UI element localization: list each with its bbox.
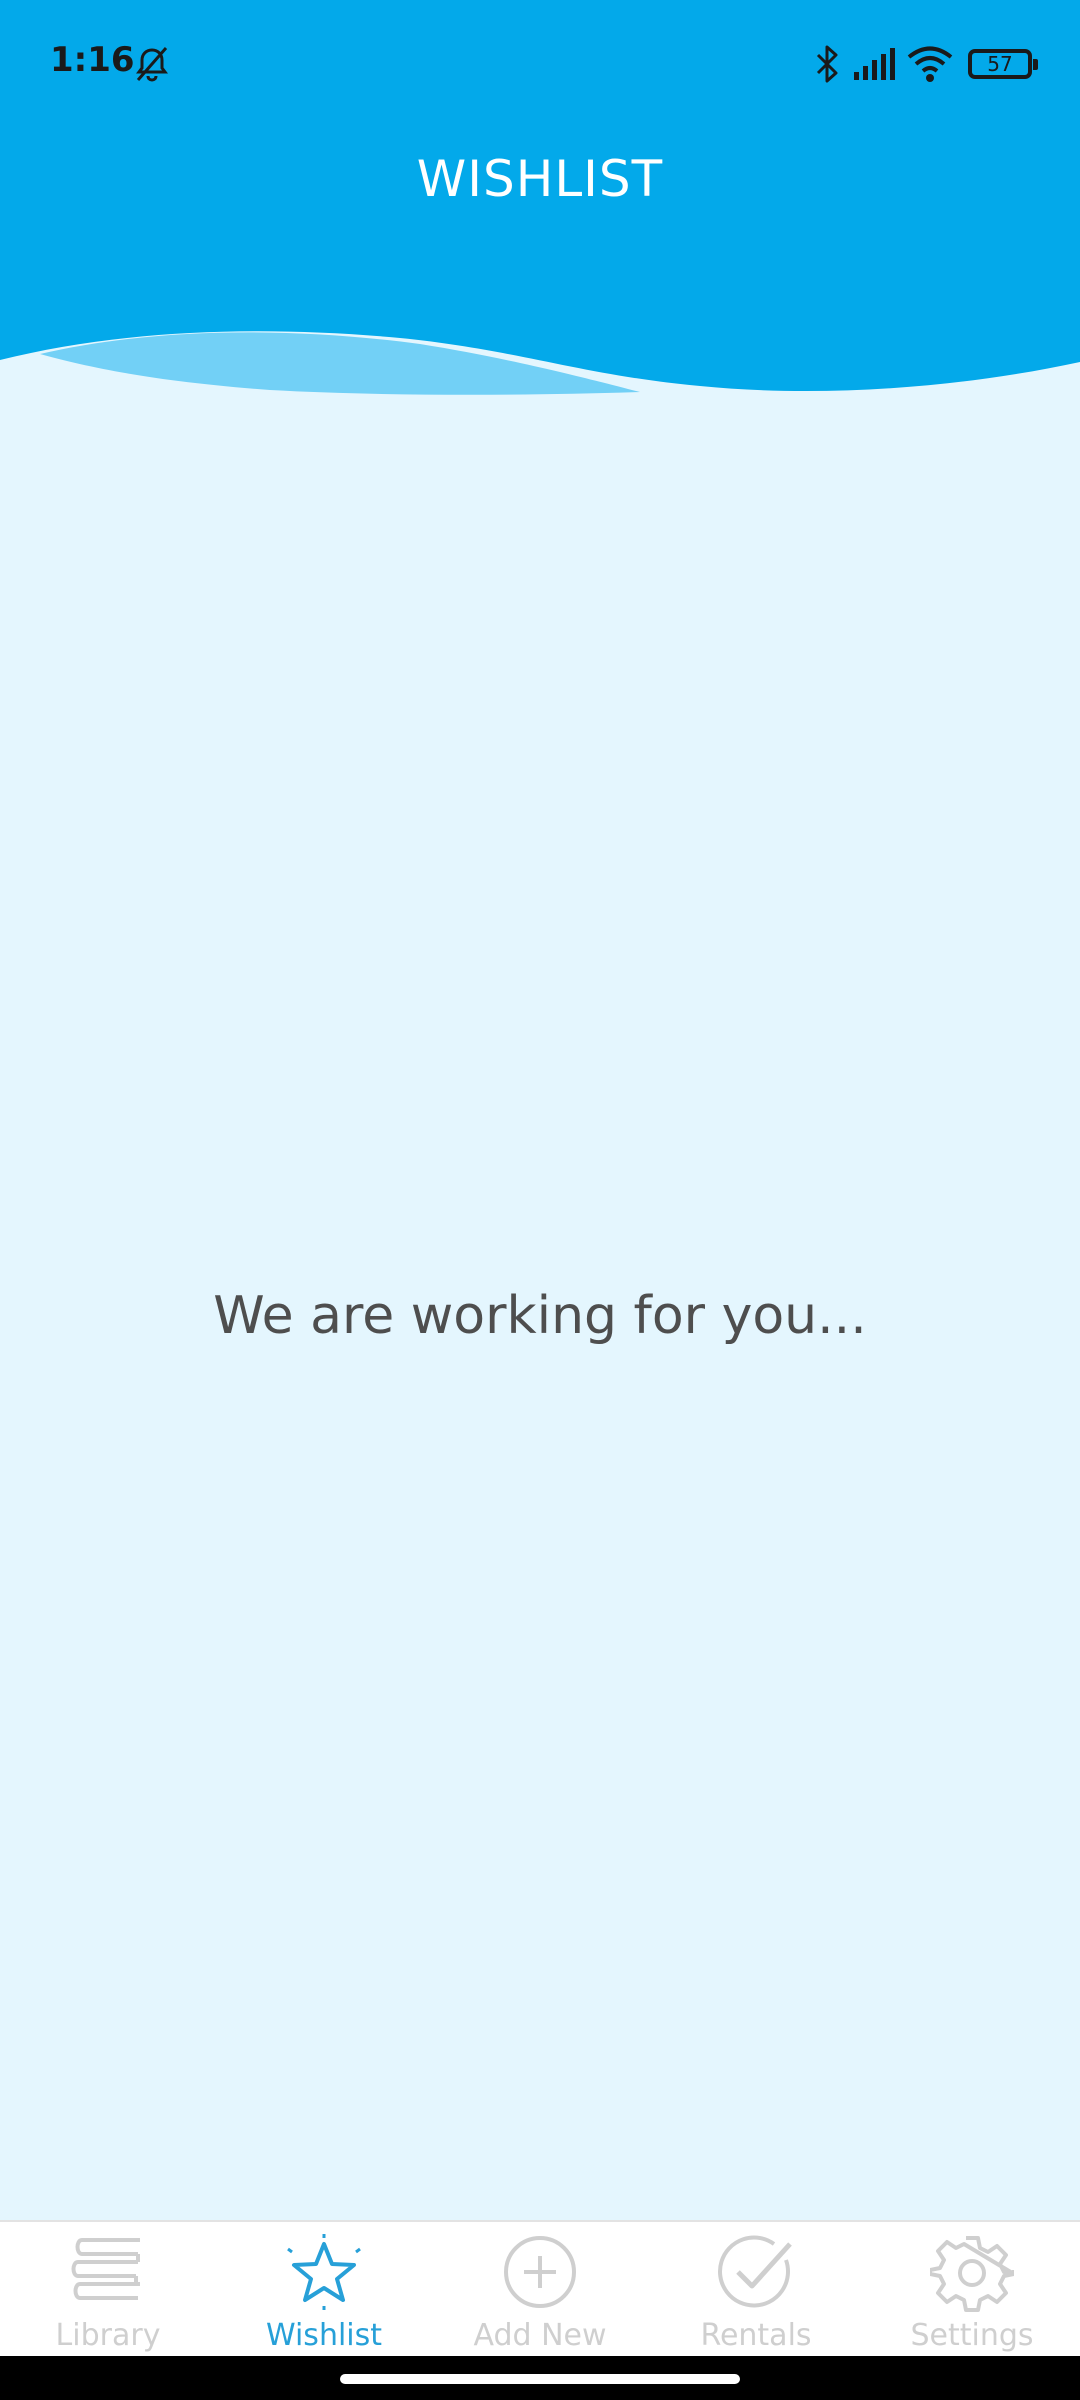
nav-settings[interactable]: Settings — [864, 2222, 1080, 2356]
nav-add-new[interactable]: Add New — [432, 2222, 648, 2356]
gesture-bar — [0, 2356, 1080, 2400]
bluetooth-icon — [816, 45, 838, 83]
header-wave — [0, 331, 1080, 410]
check-circle-icon — [718, 2235, 792, 2308]
signal-icon — [854, 48, 895, 80]
nav-library[interactable]: Library — [0, 2222, 216, 2356]
nav-wishlist[interactable]: Wishlist — [216, 2222, 432, 2356]
nav-label-add-new: Add New — [473, 2318, 607, 2353]
star-icon — [287, 2234, 361, 2310]
wifi-icon — [907, 46, 953, 82]
nav-rentals[interactable]: Rentals — [648, 2222, 864, 2356]
status-bar: 1:16 57 — [0, 0, 1080, 128]
bell-off-icon — [136, 47, 168, 82]
nav-label-settings: Settings — [910, 2318, 1034, 2353]
bottom-nav: Library Wishlist Add New Rentals Setting… — [0, 2220, 1080, 2356]
nav-label-rentals: Rentals — [700, 2318, 812, 2353]
nav-label-library: Library — [55, 2318, 161, 2353]
empty-state-message: We are working for you... — [213, 1286, 867, 1346]
nav-label-wishlist: Wishlist — [265, 2318, 383, 2353]
header: 1:16 57 WISHLIST — [0, 0, 1080, 410]
status-time: 1:16 — [50, 40, 135, 80]
home-indicator[interactable] — [340, 2374, 740, 2384]
battery-icon: 57 — [968, 49, 1038, 79]
books-icon — [71, 2238, 140, 2300]
plus-circle-icon — [504, 2236, 576, 2308]
page-title: WISHLIST — [416, 150, 664, 208]
gear-icon — [930, 2236, 1014, 2312]
battery-level: 57 — [987, 52, 1013, 76]
